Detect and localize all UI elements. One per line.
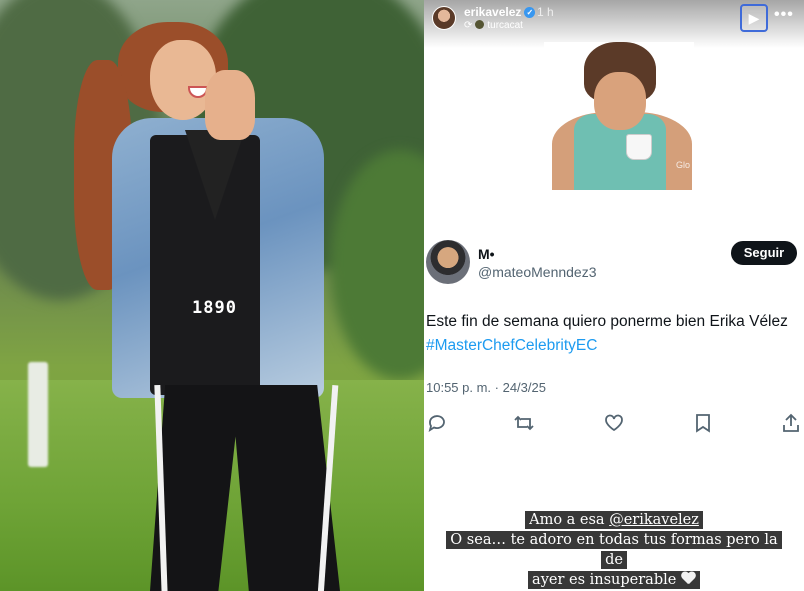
tweet-card[interactable]: M• @mateoMenndez3 Seguir Este fin de sem… [424, 230, 804, 440]
white-post [28, 362, 48, 467]
caption-line-3: ayer es insuperable [528, 571, 700, 589]
retweet-icon[interactable] [513, 413, 535, 435]
more-icon: ••• [774, 6, 794, 23]
avatar[interactable] [432, 6, 456, 30]
username-text[interactable]: erikavelez [464, 5, 521, 19]
caption-line-2: O sea… te adoro en todas tus formas pero… [446, 531, 782, 569]
tweet-avatar[interactable] [426, 240, 470, 284]
story-photo: 1890 [0, 0, 424, 591]
caption-line-1: Amo a esa @erikavelez [525, 511, 703, 529]
tweet-text: Este fin de semana quiero ponerme bien E… [426, 310, 796, 358]
reaction-gif: Glo [544, 42, 694, 190]
jacket-print-text: 1890 [192, 298, 237, 318]
bookmark-icon[interactable] [692, 413, 714, 435]
tweet-body: Este fin de semana quiero ponerme bien E… [426, 313, 788, 330]
mention-link[interactable]: @erikavelez [609, 512, 699, 528]
gif-face [594, 72, 646, 130]
caption-prefix: Amo a esa [529, 512, 610, 528]
reply-icon[interactable] [426, 413, 448, 435]
tweet-handle[interactable]: @mateoMenndez3 [478, 264, 597, 280]
clasped-hands [205, 70, 255, 140]
share-icon[interactable] [780, 413, 802, 435]
white-heart-icon [681, 572, 696, 585]
music-avatar-icon [475, 20, 485, 29]
story-time: 1 h [537, 5, 554, 19]
tweet-actions [424, 413, 804, 437]
more-options-button[interactable]: ••• [774, 6, 794, 24]
gif-mug [626, 134, 652, 160]
repost-icon: ⟳ [464, 20, 473, 31]
like-icon[interactable] [603, 413, 625, 435]
caption-line-3-text: ayer es insuperable [532, 572, 677, 588]
hashtag-link[interactable]: #MasterChefCelebrityEC [426, 337, 597, 354]
song-label[interactable]: turcacat [487, 20, 523, 31]
story-caption: Amo a esa @erikavelez O sea… te adoro en… [444, 510, 784, 590]
story-music-line[interactable]: ⟳ turcacat [464, 20, 523, 31]
tweet-author-name[interactable]: M• [478, 246, 495, 262]
play-icon: ▶ [748, 10, 760, 26]
verified-icon: ✓ [524, 7, 536, 18]
play-button[interactable]: ▶ [740, 4, 768, 32]
follow-button[interactable]: Seguir [731, 241, 797, 265]
story-username[interactable]: erikavelez ✓ [464, 5, 536, 19]
tweet-timestamp[interactable]: 10:55 p. m. · 24/3/25 [426, 380, 546, 395]
gif-watermark: Glo [675, 160, 690, 170]
story-panel: erikavelez ✓ 1 h ⟳ turcacat ▶ ••• Glo M• @… [424, 0, 804, 591]
